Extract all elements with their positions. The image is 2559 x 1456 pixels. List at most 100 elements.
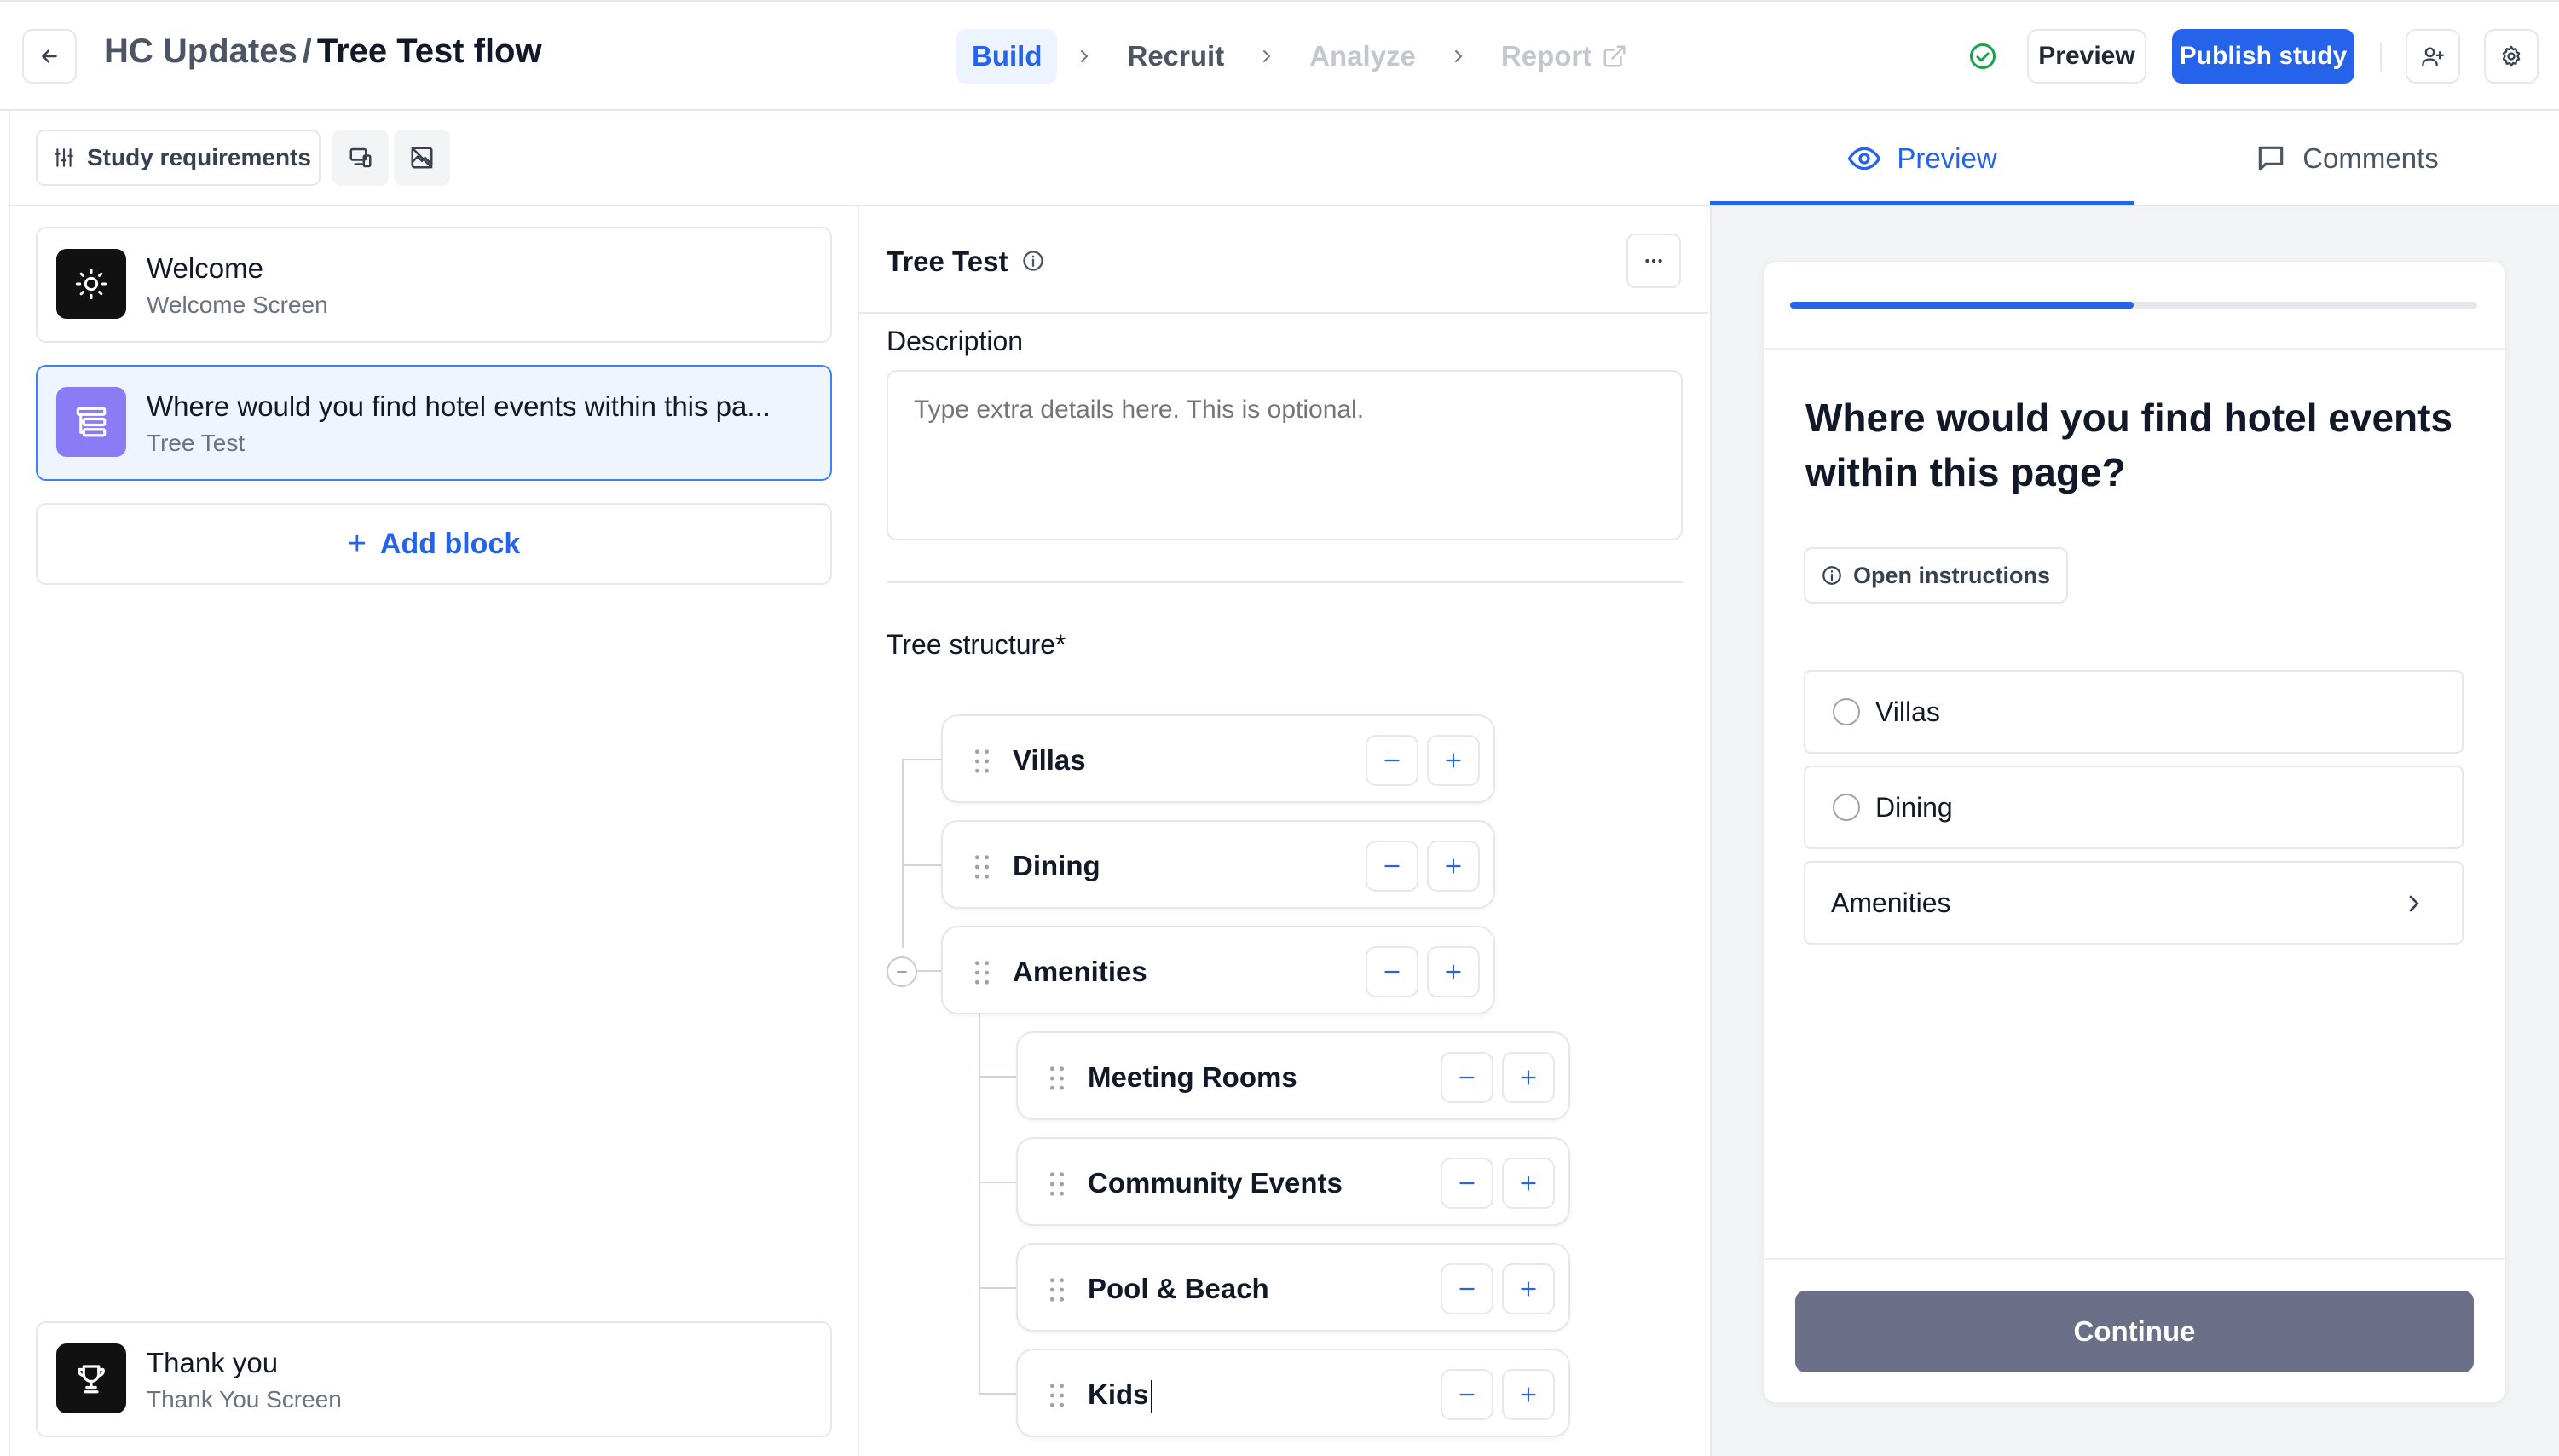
tree-test-icon	[56, 387, 126, 457]
tree-connector	[902, 864, 941, 866]
answer-option-amenities[interactable]: Amenities	[1804, 861, 2464, 945]
more-options-button[interactable]	[1626, 234, 1681, 288]
node-name[interactable]: Villas	[1013, 744, 1086, 777]
add-child-node-button[interactable]	[1502, 1158, 1555, 1209]
invite-collaborator-button[interactable]	[2406, 29, 2460, 84]
drag-handle-icon[interactable]	[973, 748, 991, 774]
study-requirements-label: Study requirements	[87, 144, 311, 170]
editor-title: Tree Test	[887, 246, 1008, 277]
preview-button[interactable]: Preview	[2027, 29, 2146, 84]
tab-comments-label: Comments	[2302, 142, 2439, 174]
step-analyze: Analyze	[1309, 40, 1416, 72]
info-icon[interactable]	[1021, 249, 1045, 273]
remove-node-button[interactable]	[1366, 946, 1418, 997]
option-label: Amenities	[1831, 887, 1951, 918]
drag-handle-icon[interactable]	[973, 960, 991, 985]
tree-node-amenities[interactable]: Amenities	[941, 926, 1495, 1014]
tab-preview[interactable]: Preview	[1710, 111, 2134, 206]
back-button[interactable]	[22, 29, 77, 84]
project-name[interactable]: HC Updates	[104, 32, 297, 70]
node-name-input[interactable]: Kids	[1088, 1378, 1152, 1413]
device-preview-button[interactable]	[332, 130, 389, 186]
collapse-node-button[interactable]	[887, 956, 917, 987]
drag-handle-icon[interactable]	[973, 854, 991, 880]
arrow-left-icon	[42, 49, 57, 63]
block-title: Where would you find hotel events within…	[147, 390, 771, 422]
section-divider	[887, 581, 1683, 583]
open-instructions-button[interactable]: Open instructions	[1804, 547, 2068, 604]
tree-node-villas[interactable]: Villas	[941, 714, 1495, 803]
add-child-node-button[interactable]	[1427, 841, 1480, 892]
info-icon	[1822, 566, 1841, 585]
tree-connector	[979, 1182, 1016, 1183]
tree-node-meeting-rooms[interactable]: Meeting Rooms	[1016, 1031, 1570, 1120]
tab-preview-label: Preview	[1897, 142, 1997, 174]
add-child-node-button[interactable]	[1502, 1052, 1555, 1103]
add-child-node-button[interactable]	[1502, 1369, 1555, 1420]
publish-study-button[interactable]: Publish study	[2172, 29, 2354, 84]
drag-handle-icon[interactable]	[1048, 1277, 1066, 1303]
node-name[interactable]: Dining	[1013, 850, 1100, 882]
plus-icon: +	[347, 525, 367, 562]
tree-node-community-events[interactable]: Community Events	[1016, 1137, 1570, 1226]
minus-icon	[1459, 1393, 1475, 1396]
plus-icon	[1521, 1281, 1536, 1297]
add-child-node-button[interactable]	[1502, 1263, 1555, 1314]
remove-node-button[interactable]	[1366, 735, 1418, 786]
study-requirements-button[interactable]: Study requirements	[36, 130, 321, 186]
plus-icon	[1446, 858, 1461, 874]
block-tree-test[interactable]: Where would you find hotel events within…	[36, 365, 832, 481]
node-name[interactable]: Meeting Rooms	[1088, 1061, 1297, 1094]
plus-icon	[1521, 1070, 1536, 1085]
answer-option-villas[interactable]: Villas	[1804, 670, 2464, 754]
step-recruit[interactable]: Recruit	[1112, 29, 1239, 84]
hide-images-button[interactable]	[394, 130, 450, 186]
text-cursor	[1150, 1380, 1152, 1413]
minus-icon	[1384, 970, 1400, 974]
remove-node-button[interactable]	[1441, 1369, 1493, 1420]
remove-node-button[interactable]	[1441, 1158, 1493, 1209]
remove-node-button[interactable]	[1441, 1052, 1493, 1103]
remove-node-button[interactable]	[1366, 841, 1418, 892]
tree-node-pool-beach[interactable]: Pool & Beach	[1016, 1243, 1570, 1332]
page-title: HC Updates / Tree Test flow	[104, 32, 542, 71]
sun-icon	[56, 249, 126, 319]
drag-handle-icon[interactable]	[1048, 1383, 1066, 1408]
sliders-icon	[55, 148, 73, 167]
tree-connector	[917, 970, 941, 972]
plus-icon	[1521, 1176, 1536, 1191]
add-block-button[interactable]: + Add block	[36, 503, 832, 585]
block-title: Thank you	[147, 1347, 279, 1378]
drag-handle-icon[interactable]	[1048, 1066, 1066, 1091]
tab-comments[interactable]: Comments	[2134, 111, 2559, 206]
block-welcome[interactable]: Welcome Welcome Screen	[36, 227, 832, 343]
option-label: Villas	[1875, 696, 1940, 727]
remove-node-button[interactable]	[1441, 1263, 1493, 1314]
devices-icon	[349, 147, 372, 168]
radio-button[interactable]	[1833, 698, 1860, 725]
tree-connector	[979, 1393, 1016, 1395]
tree-connector	[979, 1014, 980, 1395]
tree-node-kids[interactable]: Kids	[1016, 1349, 1570, 1437]
drag-handle-icon[interactable]	[1048, 1171, 1066, 1197]
answer-option-dining[interactable]: Dining	[1804, 766, 2464, 849]
node-name[interactable]: Amenities	[1013, 956, 1147, 988]
toolbar-divider	[2380, 43, 2382, 72]
node-name[interactable]: Community Events	[1088, 1167, 1343, 1199]
node-name[interactable]: Pool & Beach	[1088, 1273, 1269, 1305]
block-thank-you[interactable]: Thank you Thank You Screen	[36, 1321, 832, 1437]
add-child-node-button[interactable]	[1427, 946, 1480, 997]
step-build[interactable]: Build	[956, 29, 1058, 84]
open-instructions-label: Open instructions	[1853, 562, 2051, 588]
active-tab-indicator	[1710, 201, 2134, 205]
plus-icon	[1521, 1387, 1536, 1402]
continue-button[interactable]: Continue	[1795, 1291, 2474, 1372]
description-field[interactable]	[887, 370, 1683, 540]
radio-button[interactable]	[1833, 794, 1860, 821]
settings-button[interactable]	[2484, 29, 2539, 84]
add-child-node-button[interactable]	[1427, 735, 1480, 786]
user-plus-icon	[2422, 47, 2444, 66]
tree-node-dining[interactable]: Dining	[941, 820, 1495, 909]
node-name: Kids	[1088, 1378, 1149, 1410]
tree-connector	[902, 759, 941, 760]
